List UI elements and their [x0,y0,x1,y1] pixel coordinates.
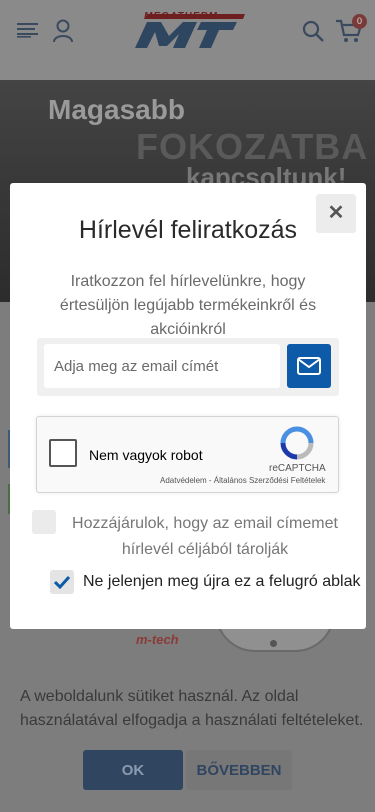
envelope-icon [297,357,321,375]
recaptcha-brand: reCAPTCHA [269,463,326,474]
recaptcha-terms-link[interactable]: Adatvédelem - Általános Szerződési Felté… [160,476,325,485]
modal-description: Iratkozzon fel hírlevelünkre, hogy értes… [59,273,317,338]
user-icon[interactable] [52,19,74,43]
consent-checkbox[interactable] [32,510,56,534]
mtech-brand-text: m-tech [136,632,179,647]
cart-count-badge: 0 [352,14,367,29]
cookie-more-button[interactable]: BŐVEBBEN [186,750,292,790]
logo-text: MEGATHERM [144,11,218,22]
no-more-popup-checkbox[interactable] [50,570,74,594]
subscribe-button[interactable] [287,344,331,388]
no-more-popup-label: Ne jelenjen meg újra ez a felugró ablak [83,573,361,590]
recaptcha-logo-icon [280,426,314,460]
email-input[interactable] [44,344,280,388]
email-form [37,338,339,396]
newsletter-modal: ✕ Hírlevél feliratkozás Iratkozzon fel h… [10,183,366,629]
cookie-ok-button[interactable]: OK [83,750,183,790]
product-image-dot [270,640,277,647]
hero-line-1: Magasabb [48,94,185,125]
cookie-text: A weboldalunk sütiket használ. Az oldal … [20,688,364,729]
recaptcha-widget: Nem vagyok robot reCAPTCHA Adatvédelem -… [36,416,339,493]
recaptcha-label: Nem vagyok robot [89,447,203,463]
cookie-bar: A weboldalunk sütiket használ. Az oldal … [0,662,375,812]
modal-title: Hírlevél feliratkozás [78,216,298,244]
recaptcha-checkbox[interactable] [49,439,77,467]
menu-icon[interactable] [17,21,39,39]
site-header: MEGATHERM 0 [0,0,375,80]
checkmark-icon [54,575,70,589]
consent-label: Hozzájárulok, hogy az email címemet hírl… [72,515,338,558]
search-icon[interactable] [301,19,325,43]
